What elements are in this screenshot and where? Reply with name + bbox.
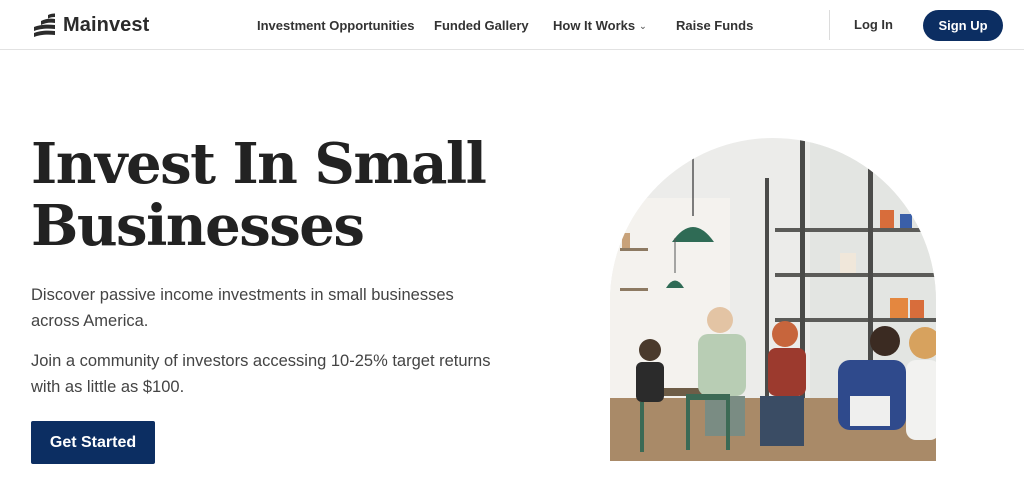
chevron-down-icon: ⌄ — [639, 21, 647, 31]
site-header: Mainvest Investment Opportunities Funded… — [0, 0, 1024, 50]
mainvest-logo-icon — [34, 13, 55, 37]
cafe-people-photo — [610, 138, 936, 461]
signup-button[interactable]: Sign Up — [923, 10, 1003, 41]
nav-raise-funds[interactable]: Raise Funds — [676, 18, 753, 33]
nav-how-it-works[interactable]: How It Works ⌄ — [553, 18, 647, 33]
get-started-button[interactable]: Get Started — [31, 421, 155, 464]
brand-logo[interactable]: Mainvest — [31, 12, 149, 38]
hero-returns-text: Join a community of investors accessing … — [31, 352, 491, 396]
nav-how-it-works-label: How It Works — [553, 18, 636, 33]
hero-title-line1: Invest In Small — [31, 131, 487, 197]
nav-investment-opportunities[interactable]: Investment Opportunities — [257, 18, 414, 33]
hero-title-line2: Businesses — [31, 193, 365, 259]
login-link[interactable]: Log In — [854, 17, 893, 32]
hero-description: Discover passive income investments in s… — [31, 286, 454, 330]
brand-name: Mainvest — [63, 13, 150, 36]
nav-funded-gallery[interactable]: Funded Gallery — [434, 18, 529, 33]
nav-divider — [829, 10, 830, 40]
hero-title: Invest In Small Businesses — [31, 133, 501, 257]
